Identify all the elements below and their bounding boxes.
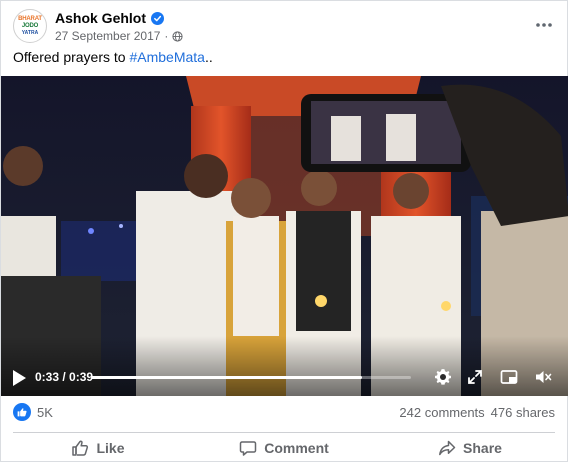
avatar-text-line-2: JODO xyxy=(21,23,39,29)
progress-bar[interactable] xyxy=(91,376,411,379)
post-caption: Offered prayers to #AmbeMata.. xyxy=(13,49,213,65)
post-stats: 5K 242 comments 476 shares xyxy=(13,403,555,425)
video-timer: 0:33 / 0:39 xyxy=(35,370,93,384)
share-button[interactable]: Share xyxy=(377,434,563,462)
thumbs-up-icon xyxy=(72,440,89,456)
share-count[interactable]: 476 shares xyxy=(491,405,555,420)
play-icon[interactable] xyxy=(11,369,27,387)
reaction-count: 5K xyxy=(37,404,53,420)
engagement-counts: 242 comments 476 shares xyxy=(399,405,555,420)
globe-icon xyxy=(172,30,184,42)
author-name[interactable]: Ashok Gehlot xyxy=(55,10,146,26)
reaction-summary[interactable]: 5K xyxy=(13,403,53,421)
author-row: Ashok Gehlot xyxy=(55,10,165,26)
comment-count[interactable]: 242 comments xyxy=(399,405,484,420)
caption-suffix: .. xyxy=(204,49,213,65)
comment-icon xyxy=(239,441,257,456)
share-label: Share xyxy=(463,440,502,456)
post-card: BHARAT JODO YATRA Ashok Gehlot 27 Septem… xyxy=(0,0,568,462)
like-label: Like xyxy=(96,440,125,456)
avatar-text-line-1: BHARAT xyxy=(18,16,42,22)
comment-button[interactable]: Comment xyxy=(191,434,377,462)
more-horizontal-icon[interactable] xyxy=(533,17,555,33)
avatar-text-line-3: YATRA xyxy=(21,30,39,36)
comment-label: Comment xyxy=(264,440,329,456)
meta-separator: · xyxy=(164,29,169,43)
hashtag-link[interactable]: #AmbeMata xyxy=(129,49,204,65)
picture-in-picture-icon[interactable] xyxy=(499,367,519,387)
progress-fill xyxy=(91,376,362,379)
verified-badge-icon xyxy=(151,11,165,25)
avatar[interactable]: BHARAT JODO YATRA xyxy=(13,9,47,43)
video-player[interactable]: 0:33 / 0:39 xyxy=(1,76,568,396)
divider xyxy=(13,432,555,433)
timer-separator: / xyxy=(59,370,70,384)
caption-text: Offered prayers to xyxy=(13,49,130,65)
post-header: BHARAT JODO YATRA Ashok Gehlot 27 Septem… xyxy=(13,9,557,45)
post-date[interactable]: 27 September 2017 xyxy=(55,29,160,43)
gear-icon[interactable] xyxy=(433,367,453,387)
current-time: 0:33 xyxy=(35,370,60,384)
like-reaction-icon xyxy=(13,403,31,421)
action-bar: Like Comment Share xyxy=(5,434,563,462)
video-controls: 0:33 / 0:39 xyxy=(1,336,568,396)
mute-icon[interactable] xyxy=(533,367,553,387)
total-duration: 0:39 xyxy=(69,370,94,384)
share-icon xyxy=(439,440,456,456)
like-button[interactable]: Like xyxy=(5,434,191,462)
post-meta: 27 September 2017 · xyxy=(55,29,184,43)
expand-icon[interactable] xyxy=(465,367,485,387)
